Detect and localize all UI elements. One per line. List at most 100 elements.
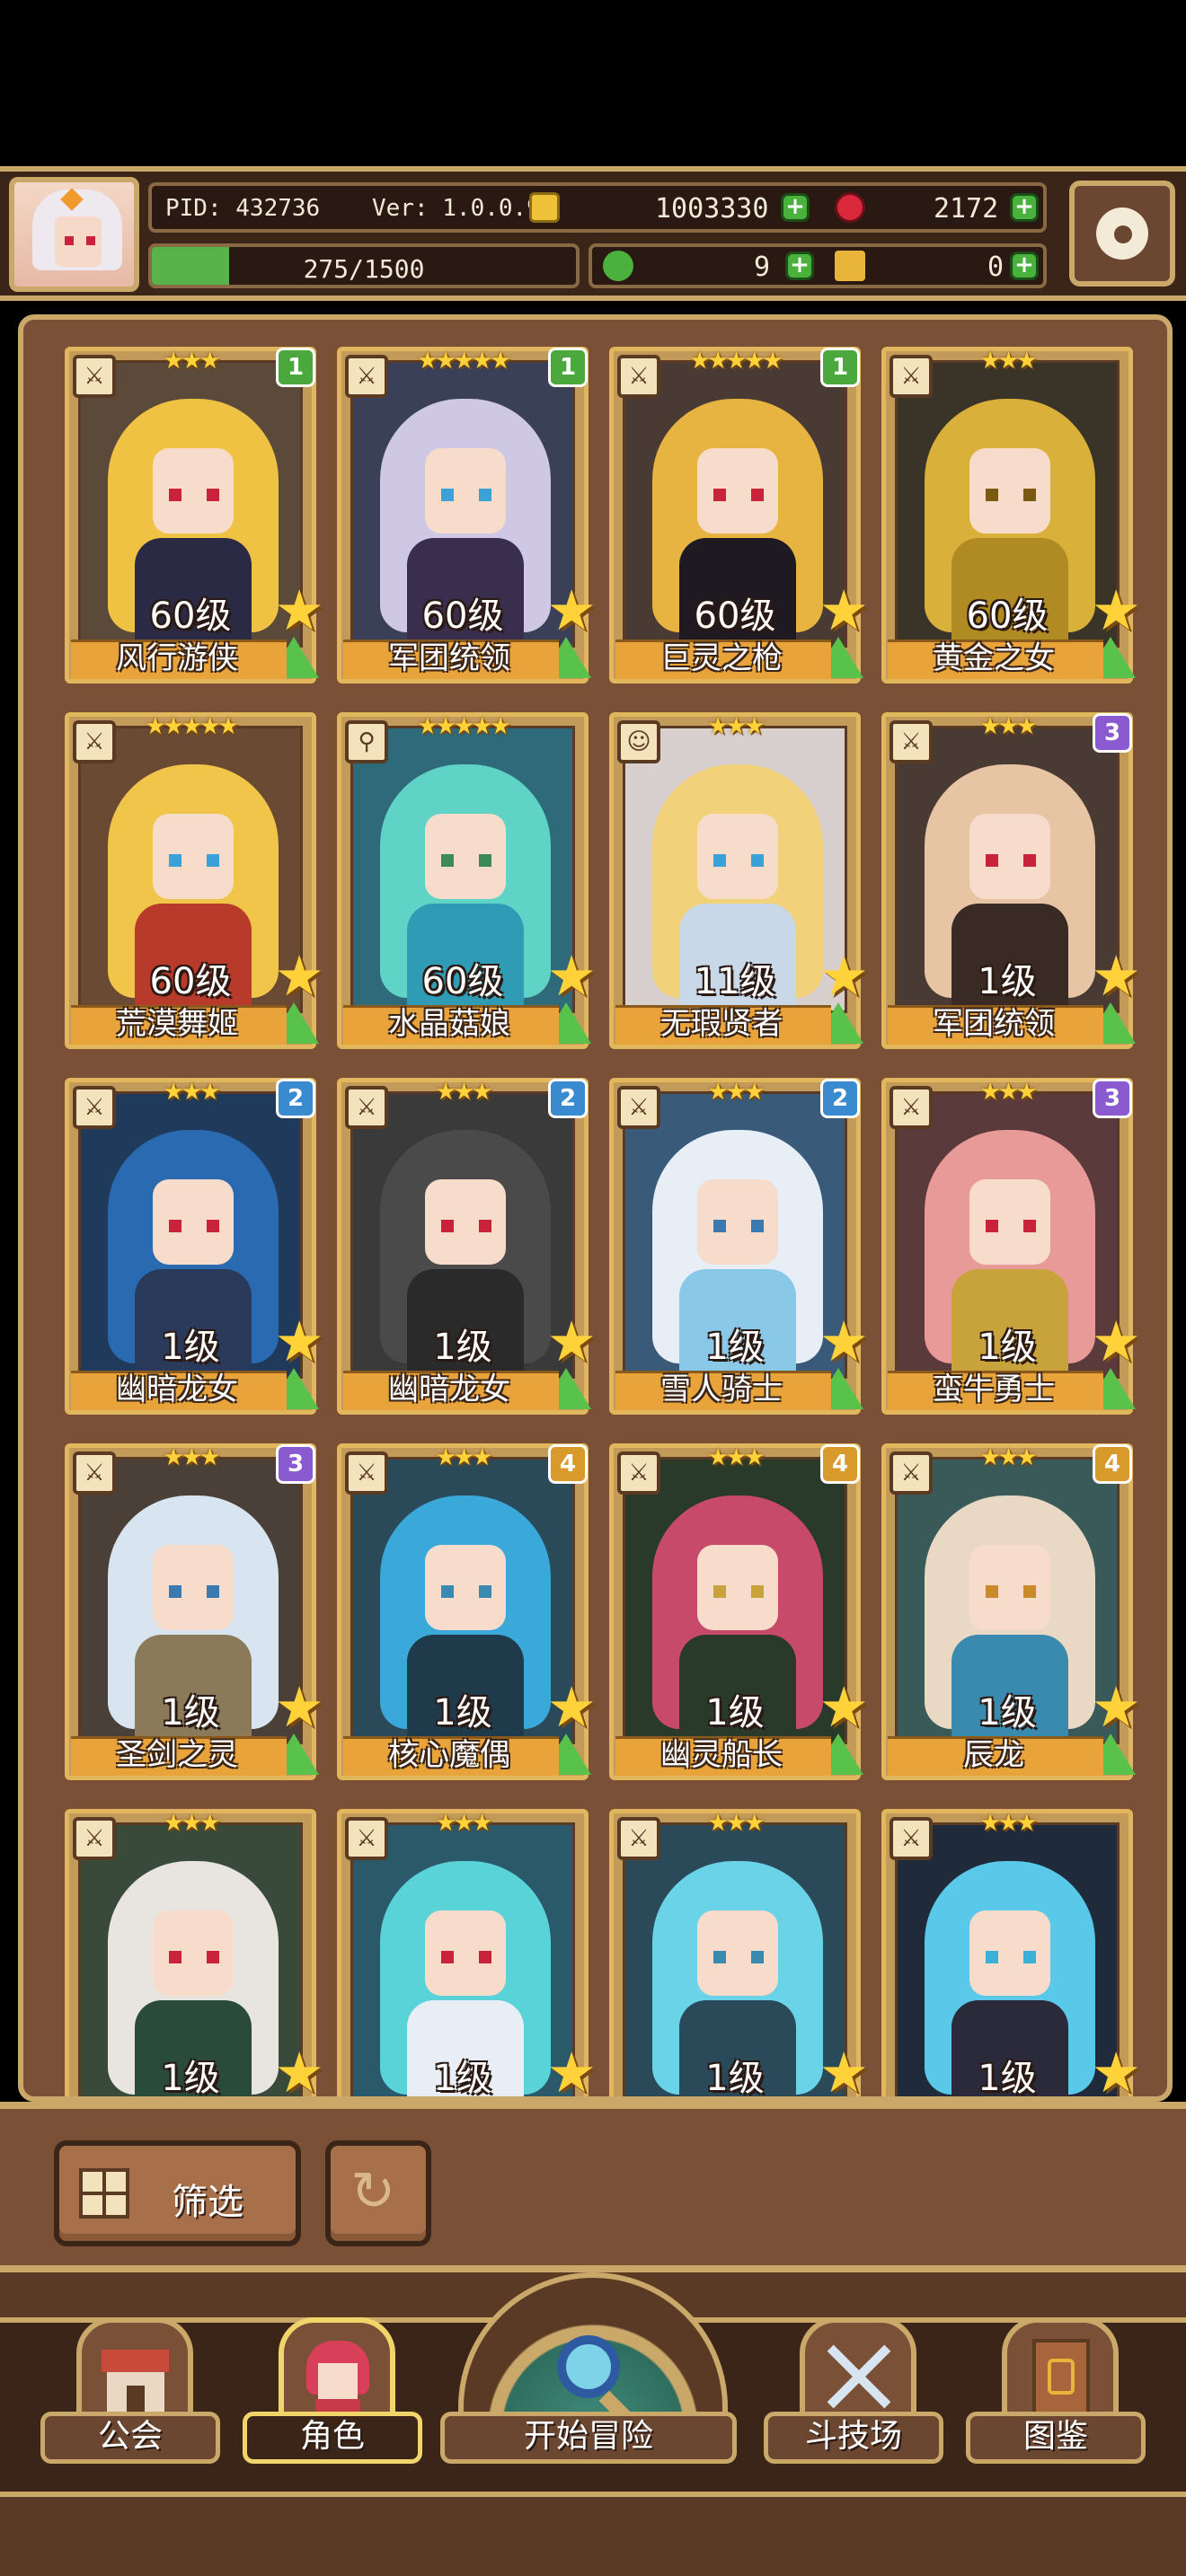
hero-card[interactable]: ⚔ ★★★ 1级 ★: [337, 1809, 597, 2096]
key-amount: 0: [987, 251, 1005, 283]
rank-badge: 4: [820, 1444, 860, 1484]
hero-card[interactable]: ⚔ ★★★ 1级 ★: [65, 1809, 324, 2096]
star-upgrade-icon: ★: [546, 1309, 597, 1374]
hero-card[interactable]: ⚔ ★★★ 4 1级 ★ 辰龙: [881, 1443, 1141, 1780]
rank-badge: 3: [276, 1444, 315, 1484]
hero-card[interactable]: ⚔ ★★★ 2 1级 ★ 幽暗龙女: [337, 1078, 597, 1415]
rank-badge: 4: [1093, 1444, 1132, 1484]
add-clover-button[interactable]: +: [785, 251, 814, 280]
rank-badge: 1: [820, 348, 860, 387]
filter-bar: 筛选 ↻: [0, 2102, 1186, 2272]
hero-name: 巨灵之枪: [660, 640, 783, 676]
key-icon: [835, 251, 865, 281]
book-icon: [1002, 2317, 1119, 2425]
rank-badge: 3: [1093, 1079, 1132, 1118]
star-upgrade-icon: ★: [274, 943, 324, 1009]
rank-badge: 1: [276, 348, 315, 387]
filter-button[interactable]: 筛选: [54, 2140, 301, 2246]
hero-name: 风行游侠: [116, 640, 238, 676]
hero-name: 荒漠舞姬: [116, 1006, 238, 1042]
hero-name: 军团统领: [933, 1006, 1055, 1042]
hero-card[interactable]: ⚔ ★★★ 3 1级 ★ 蛮牛勇士: [881, 1078, 1141, 1415]
stamina-bar: 275/1500: [148, 243, 580, 288]
hero-card[interactable]: ⚔ ★★★ 2 1级 ★ 幽暗龙女: [65, 1078, 324, 1415]
star-upgrade-icon: ★: [819, 943, 869, 1009]
star-upgrade-icon: ★: [819, 2040, 869, 2102]
clover-amount: 9: [754, 251, 771, 283]
add-gold-button[interactable]: +: [781, 193, 810, 222]
star-upgrade-icon: ★: [546, 943, 597, 1009]
hero-card[interactable]: ⚔ ★★★ 2 1级 ★ 雪人骑士: [609, 1078, 869, 1415]
nav-character[interactable]: 角色: [243, 2272, 422, 2470]
nav-adventure-label: 开始冒险: [440, 2412, 737, 2464]
add-gems-button[interactable]: +: [1010, 193, 1039, 222]
player-id: PID: 432736: [165, 195, 321, 222]
hero-name: 辰龙: [963, 1737, 1024, 1773]
nav-arena[interactable]: 斗技场: [764, 2272, 943, 2470]
hero-card[interactable]: ⚔ ★★★★★ 1 60级 ★ 军团统领: [337, 347, 597, 684]
reset-sort-button[interactable]: ↻: [325, 2140, 431, 2246]
hero-name: 黄金之女: [933, 640, 1055, 676]
hero-card[interactable]: ⚔ ★★★★★ 60级 ★ 荒漠舞姬: [65, 712, 324, 1049]
nav-guild[interactable]: 公会: [40, 2272, 220, 2470]
hero-name: 无瑕贤者: [660, 1006, 783, 1042]
star-upgrade-icon: ★: [546, 2040, 597, 2102]
star-upgrade-icon: ★: [1091, 2040, 1141, 2102]
rank-badge: 4: [548, 1444, 588, 1484]
player-avatar[interactable]: [9, 177, 139, 292]
star-rating: ★★★: [163, 1810, 221, 1837]
nav-arena-label: 斗技场: [764, 2412, 943, 2464]
nav-codex[interactable]: 图鉴: [966, 2272, 1146, 2470]
character-grid: ⚔ ★★★ 1 60级 ★ 风行游侠 ⚔ ★★★★★ 1 60级 ★ 军团统领: [65, 347, 1152, 2096]
top-status-bar: PID: 432736 Ver: 1.0.0.9 1003330 + 2172 …: [0, 166, 1186, 301]
hero-card[interactable]: ⚔ ★★★ 60级 ★ 黄金之女: [881, 347, 1141, 684]
character-portrait-icon: [279, 2317, 395, 2425]
settings-gear-button[interactable]: [1069, 181, 1175, 287]
star-rating: ★★★: [435, 1810, 493, 1837]
gold-amount: 1003330: [655, 193, 769, 225]
hero-name: 水晶菇娘: [388, 1006, 510, 1042]
hero-card[interactable]: ⚔ ★★★★★ 1 60级 ★ 巨灵之枪: [609, 347, 869, 684]
nav-start-adventure[interactable]: 开始冒险: [440, 2272, 746, 2497]
hero-card[interactable]: ⚔ ★★★ 4 1级 ★ 核心魔偶: [337, 1443, 597, 1780]
star-rating: ★★★: [707, 713, 766, 740]
hero-card[interactable]: ⚔ ★★★ 4 1级 ★ 幽灵船长: [609, 1443, 869, 1780]
star-rating: ★★★★★: [145, 713, 239, 740]
hero-card[interactable]: ⚔ ★★★ 1级 ★: [881, 1809, 1141, 2096]
magnifier-icon: [557, 2335, 620, 2398]
star-rating: ★★★: [707, 1810, 766, 1837]
hero-name: 幽暗龙女: [388, 1372, 510, 1407]
star-upgrade-icon: ★: [819, 578, 869, 643]
crossed-swords-icon: [800, 2317, 916, 2425]
nav-codex-label: 图鉴: [966, 2412, 1146, 2464]
star-upgrade-icon: ★: [1091, 1309, 1141, 1374]
bottom-nav: 公会 角色 开始冒险 斗技场 图鉴: [0, 2272, 1186, 2576]
rank-badge: 3: [1093, 713, 1132, 753]
star-upgrade-icon: ★: [546, 578, 597, 643]
star-upgrade-icon: ★: [1091, 943, 1141, 1009]
hero-name: 圣剑之灵: [116, 1737, 238, 1773]
gem-amount: 2172: [934, 193, 999, 225]
hero-name: 幽暗龙女: [116, 1372, 238, 1407]
hero-card[interactable]: ⚔ ★★★ 1级 ★: [609, 1809, 869, 2096]
player-info-box: PID: 432736 Ver: 1.0.0.9 1003330 + 2172 …: [148, 182, 1047, 233]
star-rating: ★★★★★: [417, 713, 511, 740]
star-upgrade-icon: ★: [819, 1309, 869, 1374]
star-upgrade-icon: ★: [1091, 1674, 1141, 1740]
rank-badge: 2: [276, 1079, 315, 1118]
secondary-resources: 9 + 0 +: [589, 243, 1047, 288]
hero-card[interactable]: ⚔ ★★★ 3 1级 ★ 军团统领: [881, 712, 1141, 1049]
star-upgrade-icon: ★: [274, 1674, 324, 1740]
hero-card[interactable]: ⚔ ★★★ 1 60级 ★ 风行游侠: [65, 347, 324, 684]
star-upgrade-icon: ★: [274, 2040, 324, 2102]
four-leaf-clover-icon: [603, 251, 633, 281]
rank-badge: 1: [548, 348, 588, 387]
hero-card[interactable]: ⚲ ★★★★★ 60级 ★ 水晶菇娘: [337, 712, 597, 1049]
hero-card[interactable]: ⚔ ★★★ 3 1级 ★ 圣剑之灵: [65, 1443, 324, 1780]
hero-name: 雪人骑士: [660, 1372, 783, 1407]
add-keys-button[interactable]: +: [1010, 251, 1039, 280]
hero-card[interactable]: ☺ ★★★ 11级 ★ 无瑕贤者: [609, 712, 869, 1049]
hero-name: 军团统领: [388, 640, 510, 676]
refresh-icon: ↻: [350, 2160, 396, 2223]
hero-name: 幽灵船长: [660, 1737, 783, 1773]
